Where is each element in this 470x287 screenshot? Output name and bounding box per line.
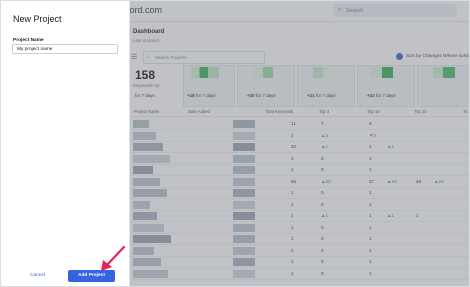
panel-title: New Project xyxy=(13,14,62,24)
pointer-arrow-icon xyxy=(101,245,126,271)
cancel-button[interactable]: Cancel xyxy=(30,273,45,278)
project-name-input[interactable] xyxy=(12,44,118,54)
new-project-panel: New Project Project Name Cancel Add Proj… xyxy=(1,1,130,286)
window: word.com ⌕ Search Dashboard Last updated… xyxy=(0,0,470,287)
project-name-label: Project Name xyxy=(13,38,44,43)
